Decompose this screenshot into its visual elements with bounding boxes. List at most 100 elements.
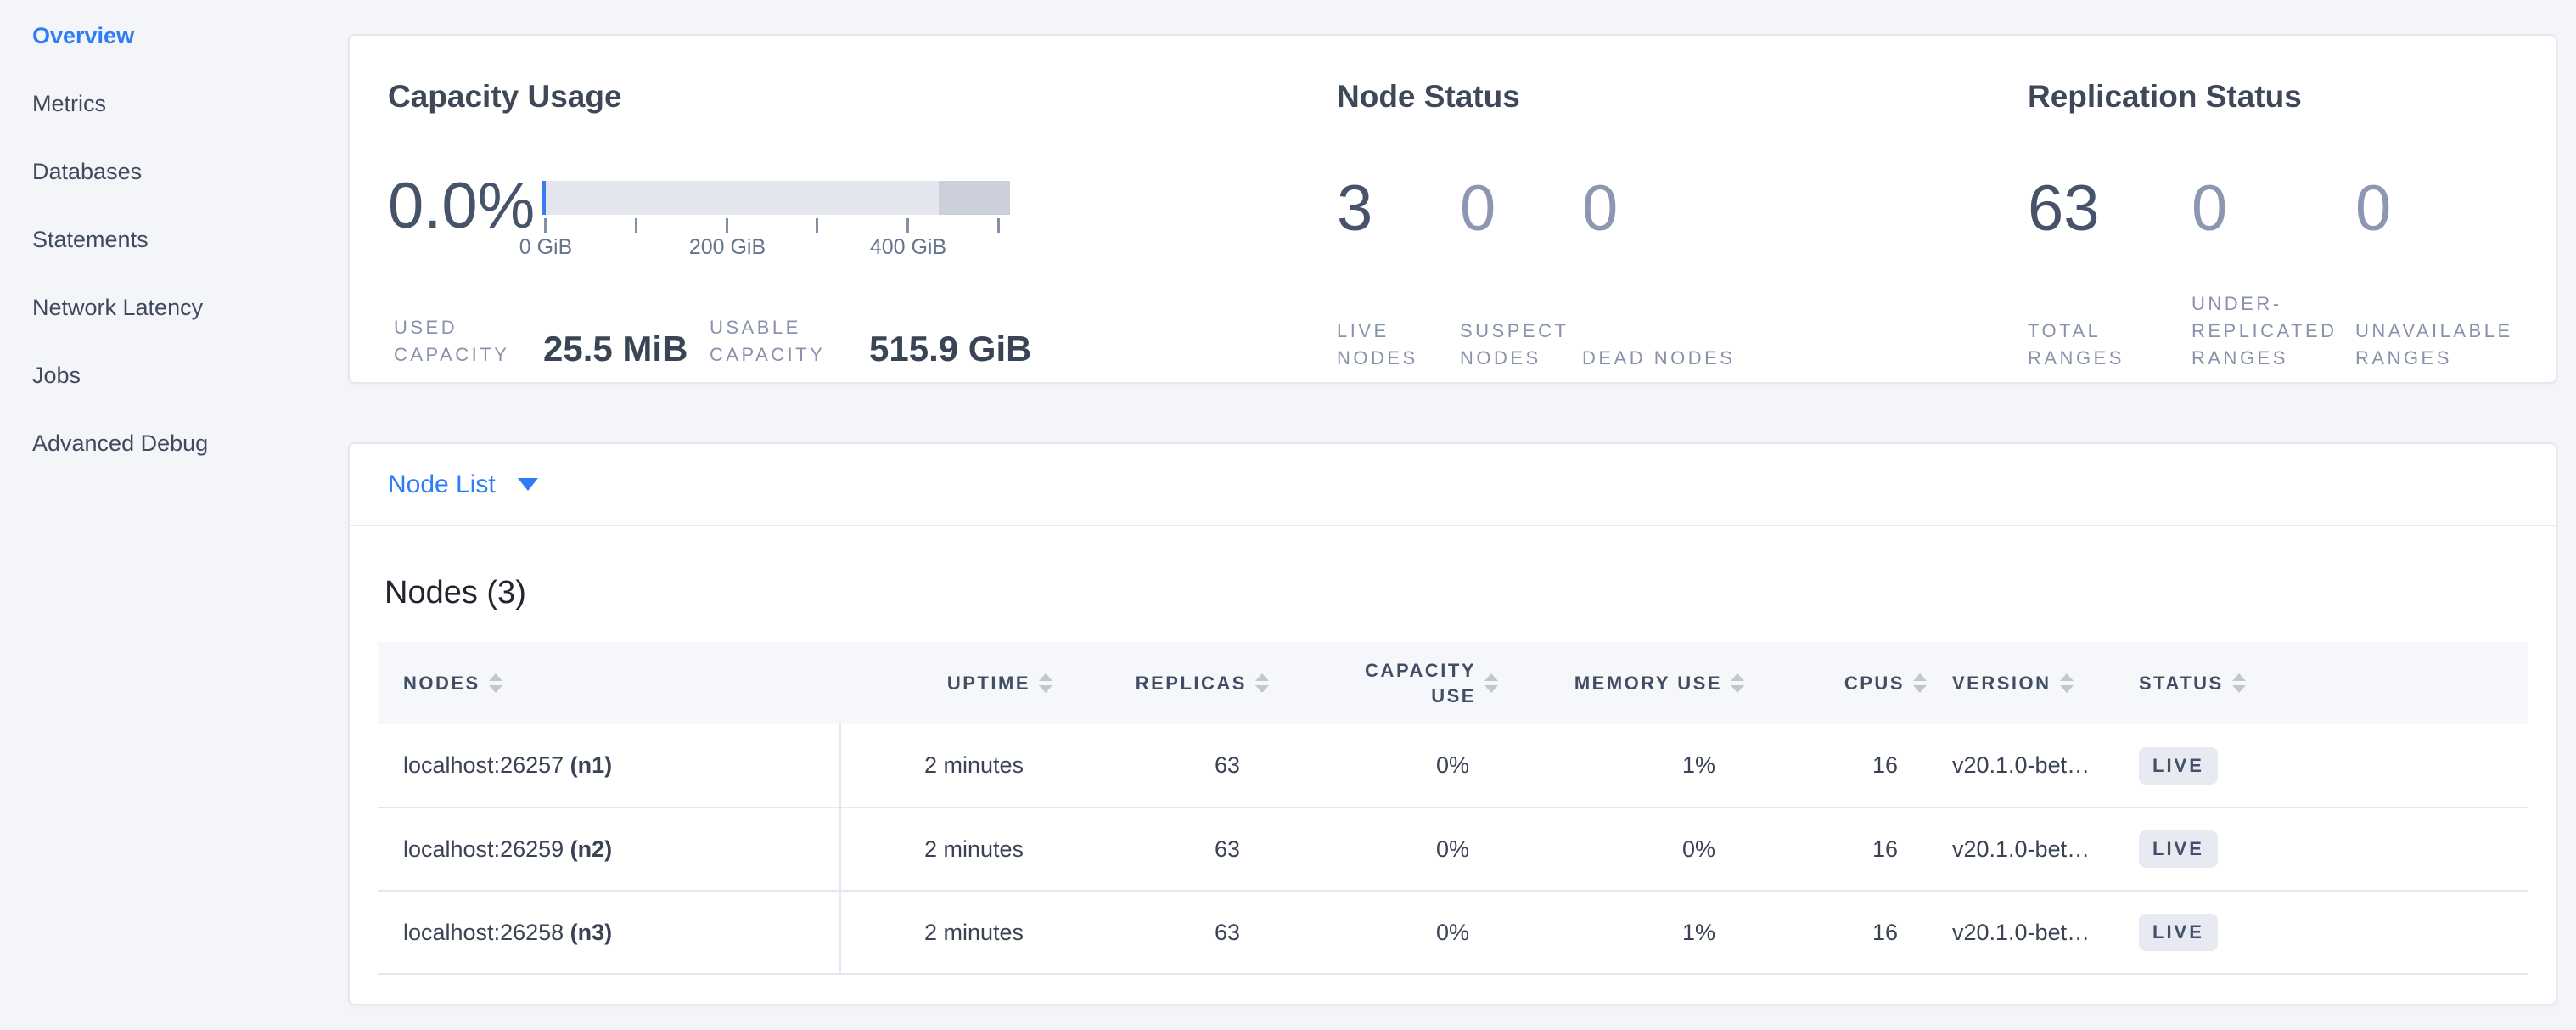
- column-header-status[interactable]: STATUS: [2113, 642, 2528, 724]
- node-address-link[interactable]: localhost:26258 (n3): [403, 920, 612, 945]
- column-label: CPUS: [1844, 673, 1905, 695]
- axis-tick: [635, 218, 637, 233]
- sidebar-item-jobs[interactable]: Jobs: [0, 341, 348, 409]
- node-address: localhost:26259: [403, 836, 564, 862]
- node-status-section: Node Status 3 LIVE NODES 0 SUSPECT NODES…: [1337, 36, 2016, 382]
- table-row-node-2: localhost:26259 (n2) 2 minutes 63 0% 0% …: [378, 808, 2528, 891]
- sort-icon[interactable]: [1484, 673, 1498, 693]
- sidebar-item-statements[interactable]: Statements: [0, 205, 348, 273]
- total-ranges-stat: 63 TOTAL RANGES: [2028, 172, 2192, 372]
- under-replicated-ranges-label: UNDER-REPLICATED RANGES: [2192, 290, 2355, 372]
- capacity-use-cell: 0%: [1269, 891, 1498, 974]
- uptime-cell: 2 minutes: [840, 891, 1052, 974]
- table-row-node-3: localhost:26258 (n3) 2 minutes 63 0% 1% …: [378, 891, 2528, 974]
- axis-label-0gib: 0 GiB: [519, 235, 573, 260]
- replicas-cell: 63: [1052, 808, 1269, 891]
- suspect-nodes-value: 0: [1460, 172, 1582, 245]
- cpus-cell: 16: [1744, 808, 1927, 891]
- axis-tick: [816, 218, 818, 233]
- sidebar-item-advanced-debug[interactable]: Advanced Debug: [0, 409, 348, 477]
- version-cell: v20.1.0-bet…: [1927, 891, 2113, 974]
- column-header-replicas[interactable]: REPLICAS: [1052, 642, 1269, 724]
- capacity-bar-used-marker: [542, 181, 546, 215]
- sort-icon[interactable]: [1913, 673, 1927, 693]
- axis-label-400gib: 400 GiB: [870, 235, 946, 260]
- node-address: localhost:26257: [403, 752, 564, 778]
- suspect-nodes-stat: 0 SUSPECT NODES: [1460, 172, 1582, 372]
- sidebar-item-metrics[interactable]: Metrics: [0, 70, 348, 138]
- unavailable-ranges-label: UNAVAILABLE RANGES: [2355, 318, 2563, 372]
- capacity-usage-section: Capacity Usage 0.0% 0 GiB 200 GiB 400 Gi…: [388, 36, 1330, 382]
- cpus-cell: 16: [1744, 891, 1927, 974]
- axis-tick: [544, 218, 547, 233]
- capacity-used-percent: 0.0%: [388, 170, 535, 243]
- sort-icon[interactable]: [1731, 673, 1744, 693]
- column-label: UPTIME: [947, 673, 1030, 695]
- total-ranges-label: TOTAL RANGES: [2028, 318, 2192, 372]
- node-address: localhost:26258: [403, 920, 564, 945]
- usable-capacity-value: 515.9 GiB: [869, 329, 1031, 369]
- column-header-uptime[interactable]: UPTIME: [840, 642, 1052, 724]
- uptime-cell: 2 minutes: [840, 724, 1052, 808]
- unavailable-ranges-value: 0: [2355, 172, 2563, 245]
- sort-icon[interactable]: [1039, 673, 1052, 693]
- sidebar-item-network-latency[interactable]: Network Latency: [0, 273, 348, 341]
- replicas-cell: 63: [1052, 724, 1269, 808]
- column-header-capacity-use[interactable]: CAPACITY USE: [1269, 642, 1498, 724]
- version-cell: v20.1.0-bet…: [1927, 724, 2113, 808]
- capacity-use-cell: 0%: [1269, 808, 1498, 891]
- under-replicated-ranges-stat: 0 UNDER-REPLICATED RANGES: [2192, 172, 2355, 372]
- column-header-nodes[interactable]: NODES: [378, 642, 840, 724]
- nodes-table-section: Nodes (3) NODES UPTIME RE: [350, 574, 2556, 975]
- node-id: (n3): [570, 920, 613, 945]
- sidebar-item-overview[interactable]: Overview: [0, 2, 348, 70]
- sort-icon[interactable]: [2060, 673, 2074, 693]
- memory-use-cell: 1%: [1498, 724, 1744, 808]
- axis-tick: [726, 218, 728, 233]
- main-content: Capacity Usage 0.0% 0 GiB 200 GiB 400 Gi…: [348, 34, 2557, 1005]
- node-id: (n2): [570, 836, 613, 862]
- live-nodes-label: LIVE NODES: [1337, 318, 1460, 372]
- replication-status-section: Replication Status 63 TOTAL RANGES 0 UND…: [2028, 36, 2571, 382]
- dead-nodes-label: DEAD NODES: [1582, 345, 1760, 372]
- uptime-cell: 2 minutes: [840, 808, 1052, 891]
- column-label: REPLICAS: [1136, 673, 1247, 695]
- column-label: NODES: [403, 673, 480, 695]
- node-address-link[interactable]: localhost:26259 (n2): [403, 836, 612, 862]
- capacity-bar-other-data-segment: [939, 181, 1010, 215]
- nodes-table: NODES UPTIME REPLICAS CAPACITY USE MEMOR: [378, 642, 2528, 975]
- under-replicated-ranges-value: 0: [2192, 172, 2355, 245]
- sort-icon[interactable]: [1255, 673, 1269, 693]
- status-badge: LIVE: [2139, 830, 2218, 868]
- sort-icon[interactable]: [489, 673, 502, 693]
- column-label: CAPACITY USE: [1349, 658, 1476, 709]
- version-cell: v20.1.0-bet…: [1927, 808, 2113, 891]
- axis-tick: [906, 218, 909, 233]
- status-badge: LIVE: [2139, 914, 2218, 951]
- node-address-link[interactable]: localhost:26257 (n1): [403, 752, 612, 778]
- table-row-node-1: localhost:26257 (n1) 2 minutes 63 0% 1% …: [378, 724, 2528, 808]
- replication-status-title: Replication Status: [2028, 78, 2302, 115]
- dead-nodes-value: 0: [1582, 172, 1760, 245]
- live-nodes-value: 3: [1337, 172, 1460, 245]
- column-header-version[interactable]: VERSION: [1927, 642, 2113, 724]
- nodes-heading: Nodes (3): [384, 574, 2528, 611]
- table-header-row: NODES UPTIME REPLICAS CAPACITY USE MEMOR: [378, 642, 2528, 724]
- column-header-cpus[interactable]: CPUS: [1744, 642, 1927, 724]
- cluster-summary-card: Capacity Usage 0.0% 0 GiB 200 GiB 400 Gi…: [348, 34, 2557, 384]
- cpus-cell: 16: [1744, 724, 1927, 808]
- node-status-title: Node Status: [1337, 78, 1520, 115]
- sidebar-item-databases[interactable]: Databases: [0, 138, 348, 205]
- memory-use-cell: 0%: [1498, 808, 1744, 891]
- nodes-card: Node List Nodes (3) NODES UPTIME: [348, 442, 2557, 1005]
- view-selector-bar: Node List: [350, 444, 2556, 526]
- chevron-down-icon[interactable]: [518, 478, 538, 491]
- status-badge: LIVE: [2139, 747, 2218, 785]
- dead-nodes-stat: 0 DEAD NODES: [1582, 172, 1760, 372]
- unavailable-ranges-stat: 0 UNAVAILABLE RANGES: [2355, 172, 2563, 372]
- node-list-dropdown[interactable]: Node List: [388, 470, 496, 499]
- replicas-cell: 63: [1052, 891, 1269, 974]
- column-header-memory-use[interactable]: MEMORY USE: [1498, 642, 1744, 724]
- capacity-bar-track: [542, 181, 1010, 215]
- sort-icon[interactable]: [2232, 673, 2246, 693]
